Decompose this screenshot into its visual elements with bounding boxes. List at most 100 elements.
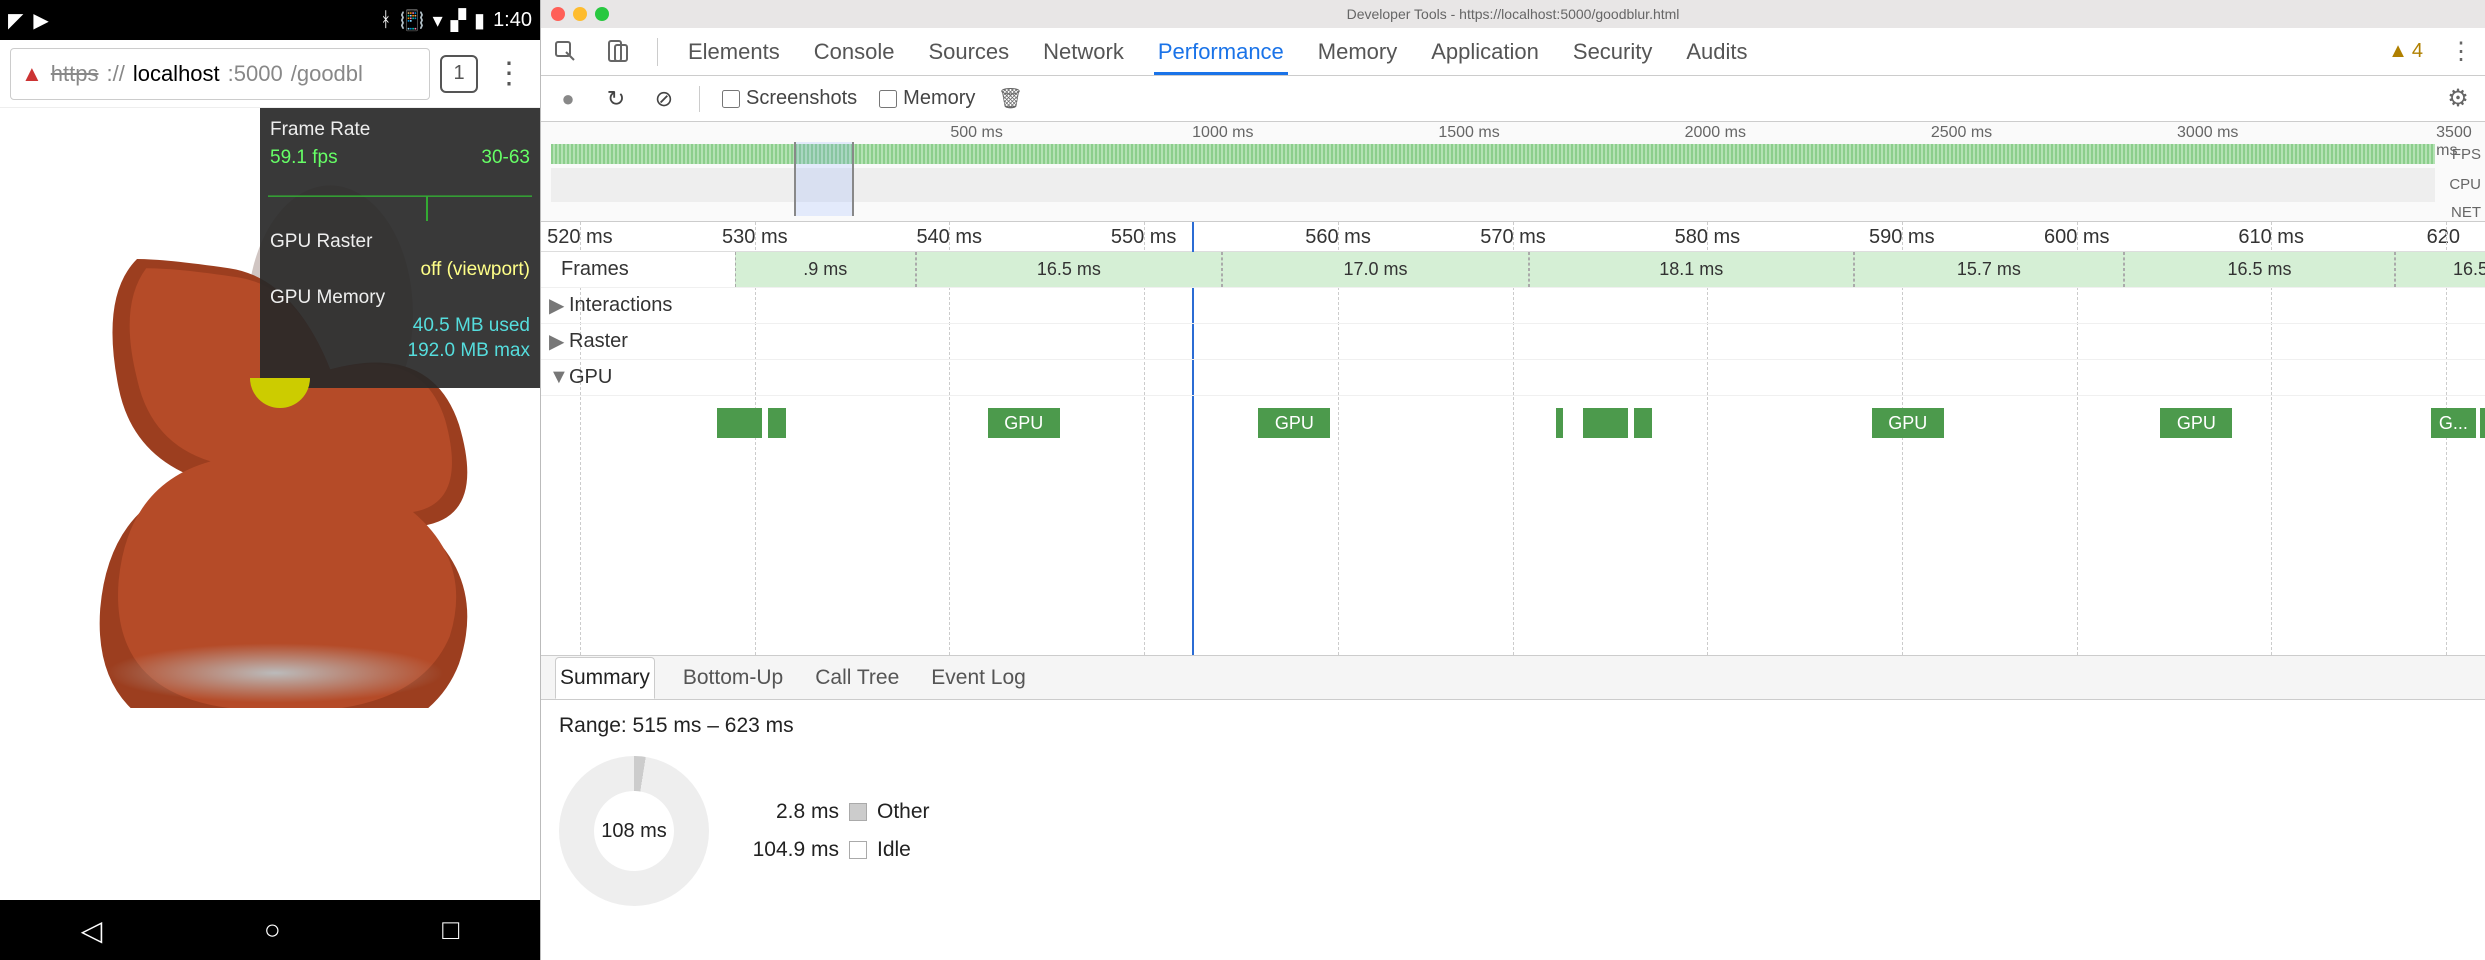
frame-segment[interactable]: 18.1 ms xyxy=(1529,252,1854,287)
overlay-mem-label: GPU Memory xyxy=(270,287,385,309)
settings-icon[interactable]: ⚙ xyxy=(2445,86,2471,112)
record-button[interactable]: ● xyxy=(555,86,581,112)
detail-tab-event-log[interactable]: Event Log xyxy=(927,658,1030,698)
raster-label: Raster xyxy=(569,330,628,353)
overview-net-label: NET xyxy=(2451,204,2481,221)
inspect-icon[interactable] xyxy=(553,39,579,65)
minimize-window-icon[interactable] xyxy=(573,7,587,21)
overview-cpu-label: CPU xyxy=(2449,176,2481,193)
timeline-overview[interactable]: 500 ms1000 ms1500 ms2000 ms2500 ms3000 m… xyxy=(541,122,2485,222)
url-bar[interactable]: ▲ https://localhost:5000/goodbl xyxy=(10,48,430,100)
browser-toolbar: ▲ https://localhost:5000/goodbl 1 ⋮ xyxy=(0,40,540,108)
overlay-mem-used: 40.5 MB used xyxy=(413,315,530,337)
warnings-badge[interactable]: ▲4 xyxy=(2388,40,2423,63)
raster-track[interactable]: ▶Raster xyxy=(541,324,2485,360)
tab-sources[interactable]: Sources xyxy=(924,29,1013,75)
url-path: /goodbl xyxy=(291,61,363,87)
frame-segment[interactable]: 17.0 ms xyxy=(1222,252,1529,287)
nav-home-icon[interactable]: ○ xyxy=(264,914,281,946)
tab-performance[interactable]: Performance xyxy=(1154,29,1288,75)
legend-label: Idle xyxy=(877,838,911,862)
gpu-block[interactable]: GPU xyxy=(2160,408,2232,438)
overview-tick: 2000 ms xyxy=(1685,124,1746,142)
url-port: :5000 xyxy=(228,61,283,87)
window-titlebar: Developer Tools - https://localhost:5000… xyxy=(541,0,2485,28)
legend-swatch xyxy=(849,803,867,821)
summary-legend: 2.8 msOther104.9 msIdle xyxy=(749,800,930,862)
legend-swatch xyxy=(849,841,867,859)
device-toggle-icon[interactable] xyxy=(605,39,631,65)
legend-row-idle: 104.9 ms Idle xyxy=(749,838,930,862)
tab-switcher[interactable]: 1 xyxy=(440,55,478,93)
overlay-fps-range: 30-63 xyxy=(481,147,530,169)
legend-value: 104.9 ms xyxy=(749,838,839,862)
gpu-block[interactable]: GPU xyxy=(1872,408,1944,438)
gpu-block[interactable] xyxy=(768,408,786,438)
android-status-bar: ◤ ▶ ᚼ 📳 ▾ ▞ ▮ 1:40 xyxy=(0,0,540,40)
nav-back-icon[interactable]: ◁ xyxy=(81,914,103,947)
summary-range: Range: 515 ms – 623 ms xyxy=(559,714,2467,738)
browser-menu-button[interactable]: ⋮ xyxy=(488,56,530,91)
gpu-block[interactable] xyxy=(1556,408,1563,438)
overview-tick: 500 ms xyxy=(950,124,1002,142)
gpu-block[interactable]: G... xyxy=(2431,408,2476,438)
tab-audits[interactable]: Audits xyxy=(1682,29,1751,75)
gc-button[interactable]: 🗑 xyxy=(997,86,1023,112)
overview-fps-label: FPS xyxy=(2452,146,2481,163)
clear-button[interactable]: ⊘ xyxy=(651,86,677,112)
reload-record-button[interactable]: ↻ xyxy=(603,86,629,112)
frame-segment[interactable]: .9 ms xyxy=(735,252,915,287)
overview-selection[interactable] xyxy=(794,142,854,216)
gpu-track[interactable]: GPU GPU GPU GPU G... xyxy=(541,396,2485,496)
detail-tab-bottom-up[interactable]: Bottom-Up xyxy=(679,658,787,698)
gpu-label: GPU xyxy=(569,366,612,389)
overview-tick: 3000 ms xyxy=(2177,124,2238,142)
notification-icon: ◤ xyxy=(8,8,23,33)
insecure-icon: ▲ xyxy=(21,61,43,87)
flamechart[interactable]: 520 ms530 ms540 ms550 ms560 ms570 ms580 … xyxy=(541,222,2485,656)
frames-track-label: Frames xyxy=(549,258,629,281)
gpu-track-header[interactable]: ▼GPU xyxy=(541,360,2485,396)
tab-elements[interactable]: Elements xyxy=(684,29,784,75)
tab-console[interactable]: Console xyxy=(810,29,899,75)
screenshots-checkbox[interactable]: Screenshots xyxy=(722,87,857,110)
gpu-block[interactable] xyxy=(2480,408,2485,438)
interactions-track[interactable]: ▶Interactions xyxy=(541,288,2485,324)
android-nav-bar: ◁ ○ □ xyxy=(0,900,540,960)
overlay-fps-sparkline xyxy=(268,176,532,224)
gpu-block[interactable] xyxy=(1634,408,1652,438)
legend-label: Other xyxy=(877,800,930,824)
page-viewport: Frame Rate 59.1 fps30-63 GPU Raster off … xyxy=(0,108,540,900)
frame-segment[interactable]: 16.5 ms xyxy=(916,252,1223,287)
wifi-icon: ▾ xyxy=(433,8,443,33)
tab-application[interactable]: Application xyxy=(1427,29,1543,75)
zoom-window-icon[interactable] xyxy=(595,7,609,21)
screenshots-label: Screenshots xyxy=(746,87,857,110)
tab-security[interactable]: Security xyxy=(1569,29,1656,75)
frame-segment[interactable]: 15.7 ms xyxy=(1854,252,2125,287)
detail-tabs: Summary Bottom-Up Call Tree Event Log xyxy=(541,656,2485,700)
gpu-block[interactable]: GPU xyxy=(988,408,1060,438)
gpu-block[interactable] xyxy=(717,408,762,438)
overlay-raster-value: off (viewport) xyxy=(421,259,530,281)
devtools-window: Developer Tools - https://localhost:5000… xyxy=(540,0,2485,960)
detail-tab-call-tree[interactable]: Call Tree xyxy=(811,658,903,698)
memory-checkbox[interactable]: Memory xyxy=(879,87,975,110)
devtools-menu-button[interactable]: ⋮ xyxy=(2449,37,2473,66)
close-window-icon[interactable] xyxy=(551,7,565,21)
tab-memory[interactable]: Memory xyxy=(1314,29,1401,75)
frame-segment[interactable]: 16.5 ms xyxy=(2395,252,2485,287)
tab-network[interactable]: Network xyxy=(1039,29,1128,75)
url-host: localhost xyxy=(133,61,220,87)
window-title: Developer Tools - https://localhost:5000… xyxy=(1347,6,1680,22)
detail-tab-summary[interactable]: Summary xyxy=(555,657,655,699)
gpu-block[interactable]: GPU xyxy=(1258,408,1330,438)
frames-track[interactable]: Frames .9 ms16.5 ms17.0 ms18.1 ms15.7 ms… xyxy=(541,252,2485,288)
nav-recents-icon[interactable]: □ xyxy=(442,914,459,946)
frame-segment[interactable]: 16.5 ms xyxy=(2124,252,2395,287)
overlay-fps-value: 59.1 fps xyxy=(270,147,338,169)
overview-tick: 1000 ms xyxy=(1192,124,1253,142)
url-scheme: https xyxy=(51,61,99,87)
devtools-tab-bar: Elements Console Sources Network Performance… xyxy=(541,28,2485,76)
gpu-block[interactable] xyxy=(1583,408,1628,438)
